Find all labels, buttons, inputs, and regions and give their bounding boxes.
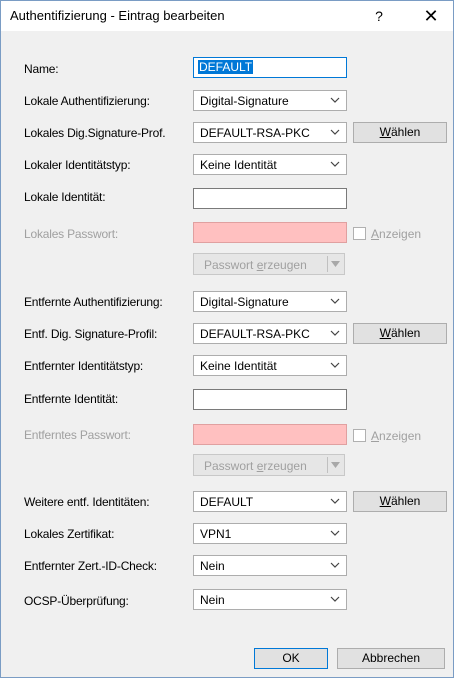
mnemonic: A [371, 429, 380, 443]
entf-profil-value: DEFAULT-RSA-PKC [200, 327, 310, 341]
checkbox-text: nzeigen [379, 429, 422, 443]
entf-passwort-anzeigen-label: Anzeigen [371, 429, 421, 443]
entf-profil-label: Entf. Dig. Signature-Profil: [24, 327, 158, 341]
entf-passwort-input[interactable] [193, 424, 347, 445]
zert-check-label: Entfernter Zert.-ID-Check: [24, 559, 157, 573]
name-value: DEFAULT [198, 60, 254, 74]
weitere-select[interactable]: DEFAULT [193, 491, 347, 512]
lokaler-typ-select[interactable]: Keine Identität [193, 154, 347, 175]
mnemonic: W [379, 125, 391, 139]
entf-typ-value: Keine Identität [200, 359, 277, 373]
weitere-label: Weitere entf. Identitäten: [24, 495, 150, 509]
dropdown-arrow-icon[interactable] [331, 260, 340, 268]
chevron-down-icon [330, 298, 340, 304]
entf-identitaet-label: Entfernte Identität: [24, 392, 119, 406]
lokaler-typ-label: Lokaler Identitätstyp: [24, 158, 131, 172]
help-button[interactable]: ? [357, 1, 401, 31]
text: rzeugen [263, 258, 307, 272]
entfernte-auth-label: Entfernte Authentifizierung: [24, 295, 163, 309]
ocsp-select[interactable]: Nein [193, 589, 347, 610]
lokaler-typ-value: Keine Identität [200, 158, 277, 172]
lokales-passwort-anzeigen-label: Anzeigen [371, 227, 421, 241]
mnemonic: A [371, 227, 380, 241]
chevron-down-icon [330, 330, 340, 336]
entf-passwort-erzeugen-button[interactable]: Passwort erzeugen [193, 454, 345, 476]
lokales-passwort-input[interactable] [193, 222, 347, 243]
title-bar: Authentifizierung - Eintrag bearbeiten ?… [1, 1, 453, 31]
name-label: Name: [24, 62, 59, 76]
lokales-profil-value: DEFAULT-RSA-PKC [200, 126, 310, 140]
lokale-auth-value: Digital-Signature [200, 94, 289, 108]
entfernte-auth-value: Digital-Signature [200, 295, 289, 309]
checkbox-text: nzeigen [379, 227, 422, 241]
lokales-passwort-label: Lokales Passwort: [24, 227, 118, 241]
entf-profil-select[interactable]: DEFAULT-RSA-PKC [193, 323, 347, 344]
text: Passwort [204, 258, 257, 272]
button-label: ählen [390, 494, 421, 508]
mnemonic: W [379, 326, 391, 340]
lokales-profil-label: Lokales Dig.Signature-Prof. [24, 126, 166, 140]
chevron-down-icon [330, 129, 340, 135]
window-title: Authentifizierung - Eintrag bearbeiten [10, 8, 225, 23]
zertifikat-value: VPN1 [200, 527, 232, 541]
mnemonic: W [379, 494, 391, 508]
dropdown-arrow-icon[interactable] [331, 461, 340, 469]
name-input[interactable]: DEFAULT [193, 57, 347, 78]
zert-check-value: Nein [200, 559, 225, 573]
entf-passwort-anzeigen-checkbox[interactable] [353, 429, 366, 442]
chevron-down-icon [330, 562, 340, 568]
separator [327, 256, 328, 272]
chevron-down-icon [330, 596, 340, 602]
chevron-down-icon [330, 498, 340, 504]
dialog-window: Authentifizierung - Eintrag bearbeiten ?… [0, 0, 454, 678]
weitere-value: DEFAULT [200, 495, 254, 509]
lokale-identitaet-label: Lokale Identität: [24, 190, 106, 204]
cancel-button[interactable]: Abbrechen [337, 648, 445, 669]
weitere-waehlen-button[interactable]: Wählen [353, 491, 447, 512]
separator [327, 457, 328, 473]
chevron-down-icon [330, 97, 340, 103]
close-button[interactable]: ✕ [409, 1, 453, 31]
zert-check-select[interactable]: Nein [193, 555, 347, 576]
zertifikat-select[interactable]: VPN1 [193, 523, 347, 544]
lokale-identitaet-input[interactable] [193, 188, 347, 209]
text: rzeugen [263, 459, 307, 473]
lokale-auth-label: Lokale Authentifizierung: [24, 94, 150, 108]
button-label: Passwort erzeugen [204, 459, 307, 473]
lokales-profil-select[interactable]: DEFAULT-RSA-PKC [193, 122, 347, 143]
entf-passwort-label: Entferntes Passwort: [24, 428, 131, 442]
lokale-auth-select[interactable]: Digital-Signature [193, 90, 347, 111]
entf-identitaet-input[interactable] [193, 389, 347, 410]
text: Passwort [204, 459, 257, 473]
zertifikat-label: Lokales Zertifikat: [24, 527, 115, 541]
button-label: ählen [390, 125, 421, 139]
button-label: ählen [390, 326, 421, 340]
entf-profil-waehlen-button[interactable]: Wählen [353, 323, 447, 344]
entf-typ-label: Entfernter Identitätstyp: [24, 359, 144, 373]
chevron-down-icon [330, 362, 340, 368]
ok-button[interactable]: OK [254, 648, 328, 669]
ocsp-label: OCSP-Überprüfung: [24, 594, 129, 608]
lokal-passwort-erzeugen-button[interactable]: Passwort erzeugen [193, 253, 345, 275]
chevron-down-icon [330, 161, 340, 167]
entfernte-auth-select[interactable]: Digital-Signature [193, 291, 347, 312]
entf-typ-select[interactable]: Keine Identität [193, 355, 347, 376]
lokales-passwort-anzeigen-checkbox[interactable] [353, 227, 366, 240]
lokales-profil-waehlen-button[interactable]: Wählen [353, 122, 447, 143]
chevron-down-icon [330, 530, 340, 536]
ocsp-value: Nein [200, 593, 225, 607]
button-label: Passwort erzeugen [204, 258, 307, 272]
